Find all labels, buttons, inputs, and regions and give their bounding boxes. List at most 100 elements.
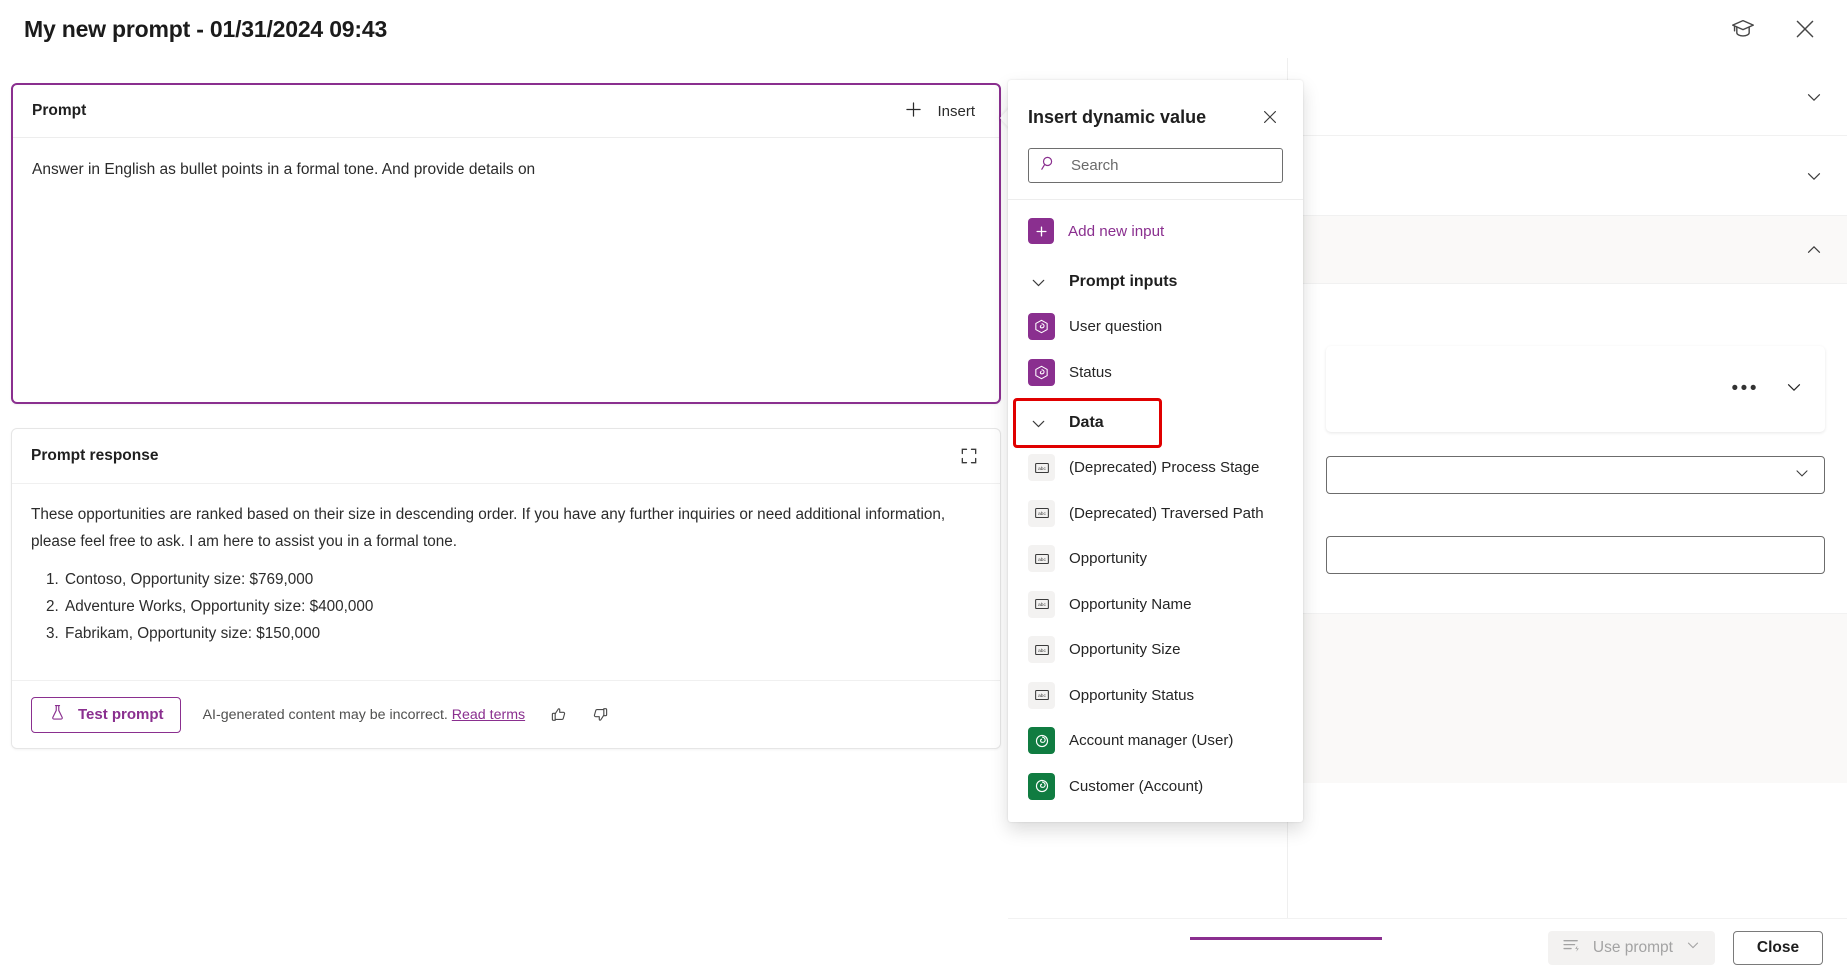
list-item-label: User question [1069,318,1163,336]
list-item: Contoso, Opportunity size: $769,000 [63,566,981,593]
list-item[interactable]: Status [1008,350,1303,396]
prompt-input-icon [1028,358,1055,386]
dynamic-value-list[interactable]: Add new input Prompt inputs User questio… [1008,200,1303,822]
bottom-action-bar: Use prompt Close [1008,918,1847,976]
list-item[interactable]: abc Opportunity Name [1008,582,1303,628]
list-item-label: Account manager (User) [1069,732,1234,750]
lookup-field-icon [1028,772,1055,800]
svg-text:abc: abc [1038,511,1046,517]
plus-icon [1028,218,1054,244]
prompt-response-footer: Test prompt AI-generated content may be … [12,680,1000,748]
insert-button[interactable]: Insert [895,93,983,130]
rail-dropdown[interactable] [1326,456,1825,494]
prompt-response-card: Prompt response These opportunities are … [11,428,1001,749]
thumbs-up-icon[interactable] [545,702,571,728]
lookup-field-icon [1028,727,1055,755]
svg-text:abc: abc [1038,648,1046,654]
prompt-response-title: Prompt response [31,447,159,464]
chevron-down-icon [1684,936,1702,959]
prompt-card-title: Prompt [32,102,87,119]
list-item[interactable]: abc (Deprecated) Process Stage [1008,445,1303,491]
insert-button-label: Insert [937,102,975,120]
prompt-response-list: Contoso, Opportunity size: $769,000 Adve… [31,566,981,648]
search-box[interactable] [1028,148,1283,183]
list-item-label: Opportunity Name [1069,595,1192,613]
thumbs-down-icon[interactable] [587,702,613,728]
rail-subcard[interactable]: ••• [1326,346,1825,432]
chevron-up-icon [1803,239,1825,261]
feedback-buttons [545,702,613,728]
prompt-card[interactable]: Prompt Insert Answer in English as bulle… [11,83,1001,404]
expand-icon[interactable] [952,439,986,473]
chevron-down-icon [1028,272,1049,293]
group-header-prompt-inputs[interactable]: Prompt inputs [1008,260,1303,304]
rail-text-field[interactable] [1326,536,1825,574]
chevron-down-icon [1792,463,1812,488]
list-item-label: (Deprecated) Process Stage [1069,459,1260,477]
prompt-input-icon [1028,313,1055,341]
chevron-down-icon [1803,86,1825,108]
ai-disclaimer: AI-generated content may be incorrect. R… [203,707,526,723]
list-item[interactable]: Customer (Account) [1008,764,1303,810]
title-bar-actions [1725,11,1823,47]
left-column: Prompt Insert Answer in English as bulle… [11,83,1001,749]
add-new-input-label: Add new input [1068,222,1165,240]
list-item: Adventure Works, Opportunity size: $400,… [63,593,981,620]
text-field-icon: abc [1028,590,1055,618]
search-icon [1039,154,1058,178]
text-field-icon: abc [1028,499,1055,527]
chevron-down-icon [1803,165,1825,187]
text-field-icon: abc [1028,454,1055,482]
prompt-card-header: Prompt Insert [13,85,999,138]
add-new-input-button[interactable]: Add new input [1008,208,1303,254]
rail-section-2[interactable] [1288,136,1847,216]
close-button[interactable]: Close [1733,930,1823,965]
flyout-header: Insert dynamic value [1008,80,1303,132]
list-item[interactable]: abc (Deprecated) Traversed Path [1008,491,1303,537]
use-prompt-button[interactable]: Use prompt [1547,930,1715,965]
list-item-label: Status [1069,363,1112,381]
close-icon[interactable] [1255,102,1285,132]
page-title: My new prompt - 01/31/2024 09:43 [24,15,388,42]
use-prompt-icon [1561,935,1582,961]
text-field-icon: abc [1028,636,1055,664]
list-item-label: (Deprecated) Traversed Path [1069,504,1264,522]
list-item[interactable]: User question [1008,304,1303,350]
chevron-down-icon [1028,413,1049,434]
rail-section-1[interactable] [1288,58,1847,136]
svg-text:abc: abc [1038,602,1046,608]
rail-section-3[interactable] [1288,216,1847,284]
test-prompt-label: Test prompt [78,706,164,723]
right-rail: ••• [1287,58,1847,976]
title-bar: My new prompt - 01/31/2024 09:43 [0,0,1847,58]
read-terms-link[interactable]: Read terms [452,707,525,723]
svg-text:abc: abc [1038,466,1046,472]
list-item-label: Opportunity [1069,550,1148,568]
list-item: Fabrikam, Opportunity size: $150,000 [63,620,981,647]
svg-text:abc: abc [1038,693,1046,699]
list-item[interactable]: Account manager (User) [1008,718,1303,764]
prompt-textarea[interactable]: Answer in English as bullet points in a … [13,138,999,181]
more-options-icon[interactable]: ••• [1732,379,1759,398]
list-item-label: Opportunity Size [1069,641,1181,659]
use-prompt-label: Use prompt [1592,938,1673,956]
accent-underline [1190,937,1382,940]
prompt-response-paragraph: These opportunities are ranked based on … [31,506,946,550]
search-input[interactable] [1069,156,1272,175]
group-label: Data [1069,414,1104,431]
rail-strip [1288,613,1847,783]
list-item[interactable]: abc Opportunity [1008,536,1303,582]
list-item-label: Opportunity Status [1069,686,1195,704]
prompt-response-header: Prompt response [12,429,1000,484]
text-field-icon: abc [1028,681,1055,709]
list-item[interactable]: abc Opportunity Size [1008,627,1303,673]
flyout-title: Insert dynamic value [1028,106,1207,127]
group-header-data[interactable]: Data [1013,398,1162,448]
chevron-down-icon[interactable] [1783,376,1805,403]
list-item[interactable]: abc Opportunity Status [1008,673,1303,719]
group-label: Prompt inputs [1069,273,1178,290]
graduation-cap-icon[interactable] [1725,11,1761,47]
plus-icon [903,99,924,124]
close-icon[interactable] [1787,11,1823,47]
test-prompt-button[interactable]: Test prompt [31,696,181,733]
